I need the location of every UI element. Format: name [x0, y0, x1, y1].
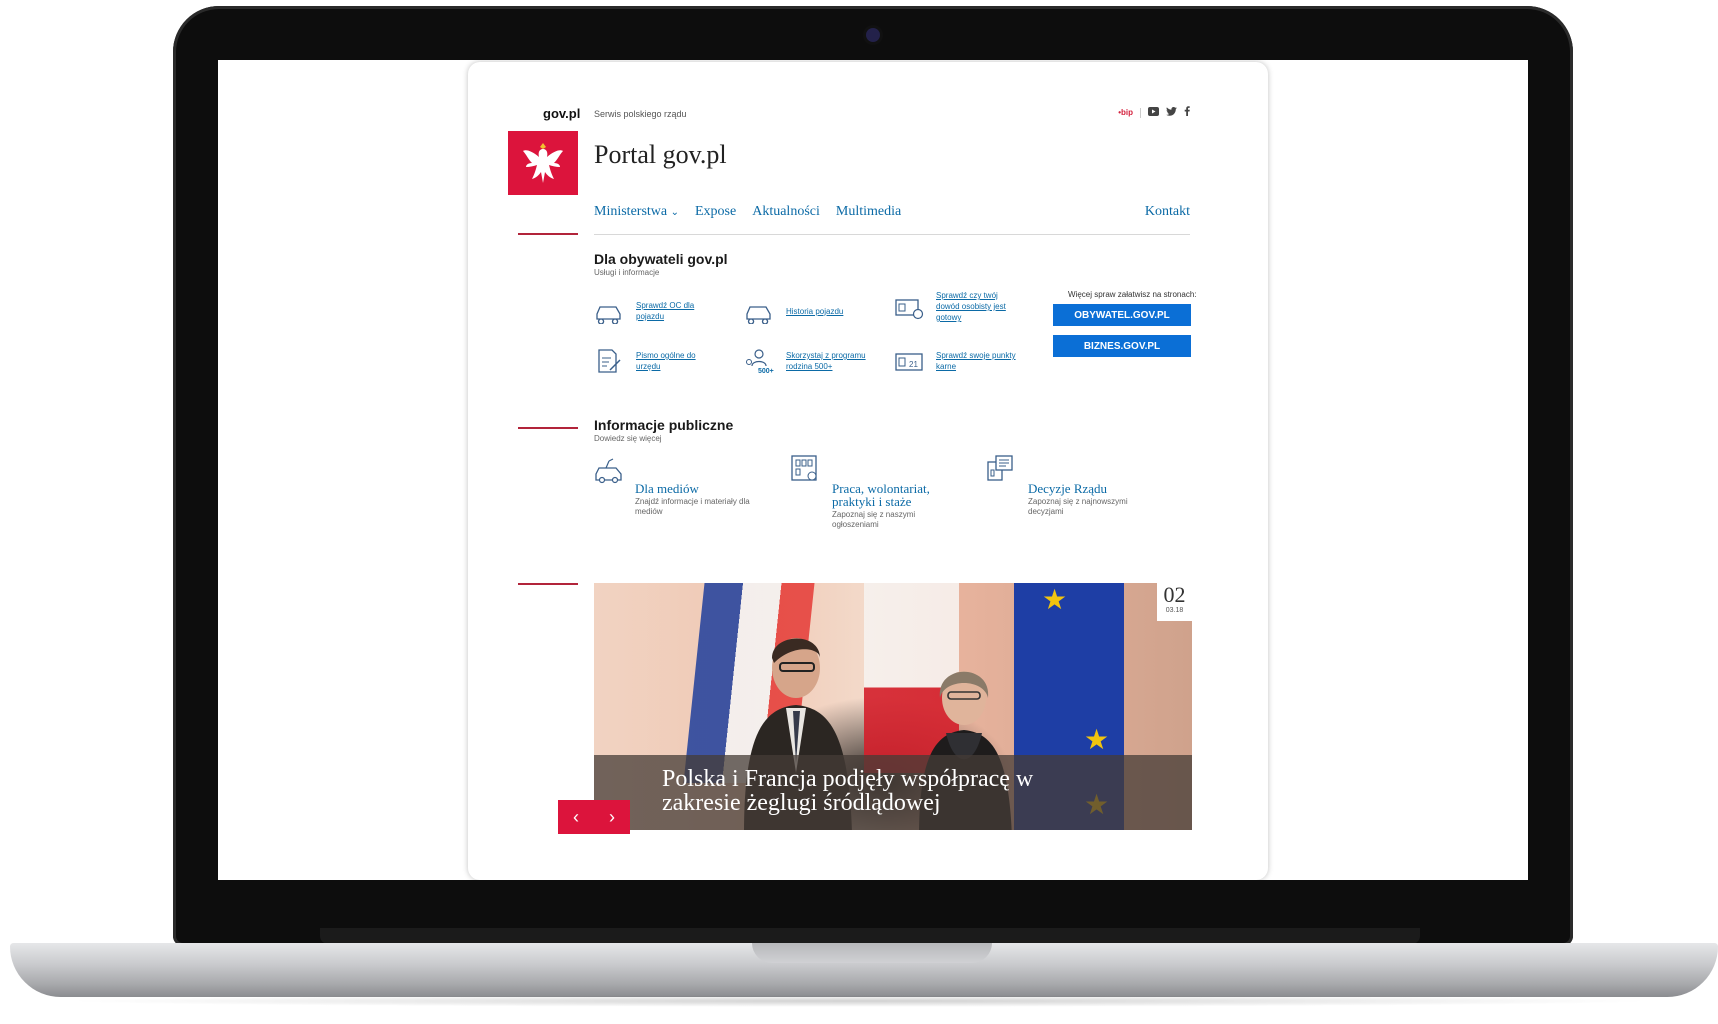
service-label: Sprawdź OC dla pojazdu	[636, 301, 695, 321]
laptop-screen: gov.pl Serwis polskiego rządu •bip Porta…	[218, 60, 1528, 880]
service-label: Sprawdź swoje punkty karne	[936, 351, 1016, 371]
laptop-hinge	[320, 928, 1420, 944]
youtube-icon[interactable]	[1148, 106, 1159, 119]
car-history-icon	[746, 306, 771, 324]
public-jobs-item[interactable]: Praca, wolontariat, praktyki i staże Zap…	[832, 482, 962, 530]
service-label: Skorzystaj z programu rodzina 500+	[786, 351, 866, 371]
service-label: Sprawdź czy twój dowód osobisty jest got…	[936, 291, 1006, 322]
biznes-button[interactable]: BIZNES.GOV.PL	[1053, 335, 1191, 357]
eagle-icon	[523, 143, 563, 183]
social-links: •bip	[1118, 106, 1190, 119]
section-marker	[518, 427, 578, 429]
nav-multimedia[interactable]: Multimedia	[836, 204, 901, 220]
star-icon: ★	[1084, 724, 1110, 755]
carousel-next-button[interactable]: ›	[594, 800, 630, 834]
hero-caption: Polska i Francja podjęły współpracę w za…	[594, 755, 1192, 830]
divider	[1140, 107, 1141, 118]
news-carousel-slide[interactable]: ★ ★ ★ 02 03.18	[594, 583, 1192, 830]
family-500-icon: 500+	[746, 349, 774, 374]
service-label: Historia pojazdu	[786, 306, 844, 316]
service-general-letter[interactable]: Pismo ogólne do urzędu	[594, 348, 704, 374]
service-label: Pismo ogólne do urzędu	[636, 351, 696, 371]
more-services-text: Więcej spraw załatwisz na stronach:	[1068, 290, 1197, 299]
public-info-title: Informacje publiczne	[594, 417, 734, 433]
nav-kontakt[interactable]: Kontakt	[1145, 204, 1190, 220]
carousel-controls: ‹ ›	[558, 800, 630, 834]
nav-ministerstwa[interactable]: Ministerstwa ⌄	[594, 204, 679, 220]
car-icon	[596, 306, 621, 324]
penalty-points-icon: 21	[895, 353, 923, 371]
laptop-shadow	[60, 995, 1660, 1007]
service-vehicle-history[interactable]: Historia pojazdu	[744, 298, 866, 324]
laptop-notch	[752, 943, 992, 963]
webcam	[866, 28, 880, 42]
nav-divider	[594, 234, 1190, 235]
public-media-desc: Znajdź informacje i materiały dla mediów	[635, 497, 750, 516]
public-info-subtitle: Dowiedz się więcej	[594, 434, 662, 443]
chevron-right-icon: ›	[609, 806, 615, 827]
media-van-icon	[595, 458, 622, 484]
service-oc[interactable]: Sprawdź OC dla pojazdu	[594, 298, 704, 324]
date-day: 02	[1163, 583, 1186, 607]
polish-eagle-logo[interactable]	[508, 131, 578, 195]
twitter-icon[interactable]	[1166, 106, 1177, 119]
section-marker	[518, 233, 578, 235]
chevron-down-icon: ⌄	[670, 207, 679, 218]
nav-aktualnosci[interactable]: Aktualności	[752, 204, 820, 220]
service-500plus[interactable]: 500+ Skorzystaj z programu rodzina 500+	[744, 348, 870, 374]
chevron-left-icon: ‹	[573, 806, 579, 827]
citizens-subtitle: Usługi i informacje	[594, 268, 660, 277]
public-media-item[interactable]: Dla mediów Znajdź informacje i materiały…	[635, 482, 765, 517]
public-media-title: Dla mediów	[635, 481, 699, 496]
date-month-year: 03.18	[1165, 607, 1184, 614]
citizens-title: Dla obywateli gov.pl	[594, 251, 728, 267]
site-tagline: Serwis polskiego rządu	[594, 109, 687, 119]
carousel-prev-button[interactable]: ‹	[558, 800, 594, 834]
service-id-card[interactable]: Sprawdź czy twój dowód osobisty jest got…	[894, 290, 1012, 323]
obywatel-button[interactable]: OBYWATEL.GOV.PL	[1053, 304, 1191, 326]
service-penalty-points[interactable]: 21 Sprawdź swoje punkty karne	[894, 348, 1018, 374]
public-jobs-title: Praca, wolontariat, praktyki i staże	[832, 481, 930, 509]
svg-text:21: 21	[909, 360, 918, 369]
public-jobs-desc: Zapoznaj się z naszymi ogłoszeniami	[832, 510, 916, 529]
nav-expose[interactable]: Expose	[695, 204, 736, 220]
website-page: gov.pl Serwis polskiego rządu •bip Porta…	[468, 62, 1268, 880]
public-decisions-item[interactable]: Decyzje Rządu Zapoznaj się z najnowszymi…	[1028, 482, 1158, 517]
document-edit-icon	[598, 349, 621, 373]
government-decisions-icon	[987, 455, 1013, 481]
public-decisions-desc: Zapoznaj się z najnowszymi decyzjami	[1028, 497, 1128, 516]
star-icon: ★	[1042, 584, 1068, 615]
office-building-icon	[791, 455, 817, 481]
public-decisions-title: Decyzje Rządu	[1028, 481, 1108, 496]
date-badge: 02 03.18	[1157, 583, 1192, 621]
section-marker	[518, 583, 578, 585]
main-nav: Ministerstwa ⌄ Expose Aktualności Multim…	[594, 204, 901, 220]
svg-text:500+: 500+	[758, 368, 774, 374]
facebook-icon[interactable]	[1184, 106, 1190, 119]
gov-brand[interactable]: gov.pl	[543, 106, 580, 121]
id-card-icon	[895, 298, 924, 319]
bip-link[interactable]: •bip	[1118, 108, 1133, 117]
page-title: Portal gov.pl	[594, 140, 727, 169]
hero-caption-text[interactable]: Polska i Francja podjęły współpracę w za…	[662, 767, 1082, 815]
nav-ministerstwa-label: Ministerstwa	[594, 204, 668, 219]
